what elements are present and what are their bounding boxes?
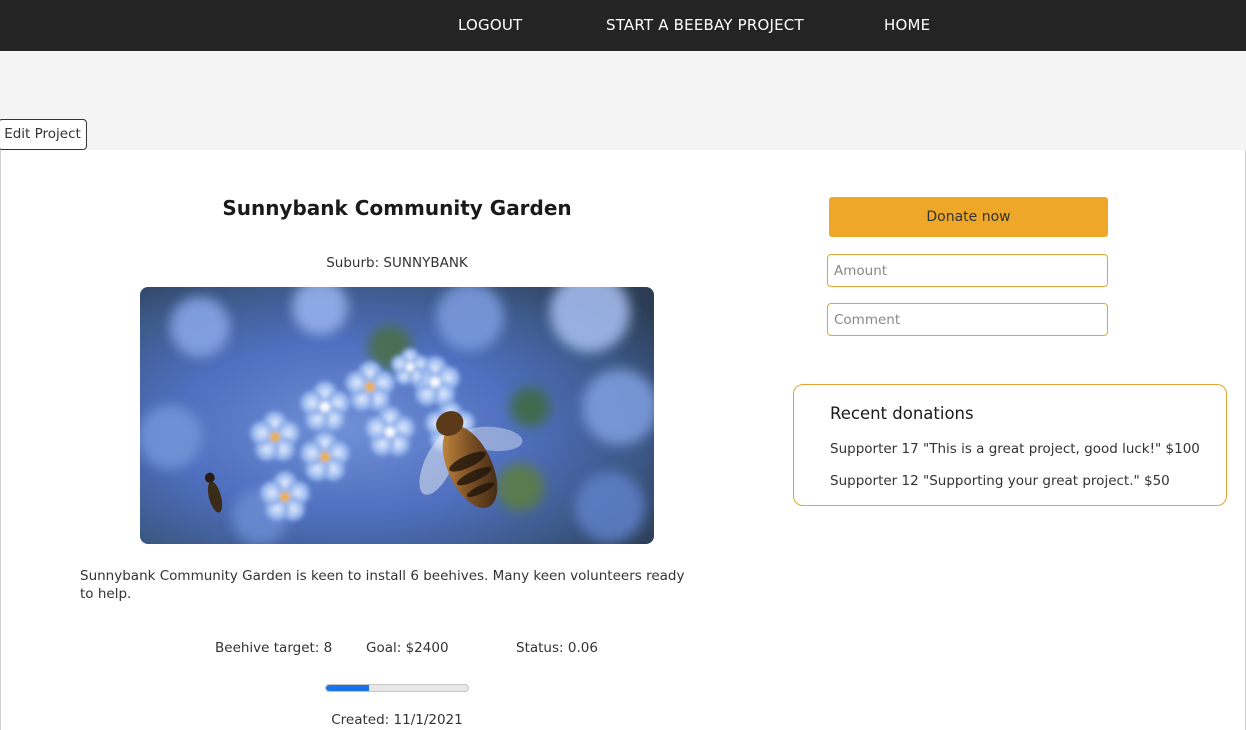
project-image — [140, 287, 654, 544]
comment-input[interactable] — [827, 303, 1108, 336]
content-border-left — [0, 150, 1, 730]
funding-goal: Goal: $2400 — [366, 640, 449, 656]
recent-donations-panel: Recent donations Supporter 17 "This is a… — [793, 384, 1227, 506]
donation-item: Supporter 17 "This is a great project, g… — [830, 441, 1200, 457]
project-description: Sunnybank Community Garden is keen to in… — [80, 568, 685, 602]
progress-bar-fill — [326, 685, 369, 691]
donation-item: Supporter 12 "Supporting your great proj… — [830, 473, 1170, 489]
project-suburb: Suburb: SUNNYBANK — [326, 255, 468, 271]
created-date: Created: 11/1/2021 — [331, 712, 463, 728]
nav-start-project-link[interactable]: START A BEEBAY PROJECT — [606, 0, 804, 51]
beehive-target: Beehive target: 8 — [215, 640, 333, 656]
edit-project-button[interactable]: Edit Project — [0, 119, 87, 150]
nav-home-link[interactable]: HOME — [884, 0, 930, 51]
recent-donations-title: Recent donations — [830, 404, 974, 423]
project-title: Sunnybank Community Garden — [222, 196, 572, 220]
amount-input[interactable] — [827, 254, 1108, 287]
top-navigation: LOGOUT START A BEEBAY PROJECT HOME — [0, 0, 1246, 51]
progress-bar — [325, 684, 469, 692]
donate-now-button[interactable]: Donate now — [829, 197, 1108, 237]
project-status: Status: 0.06 — [516, 640, 598, 656]
nav-logout-link[interactable]: LOGOUT — [458, 0, 522, 51]
header-band — [0, 51, 1246, 150]
